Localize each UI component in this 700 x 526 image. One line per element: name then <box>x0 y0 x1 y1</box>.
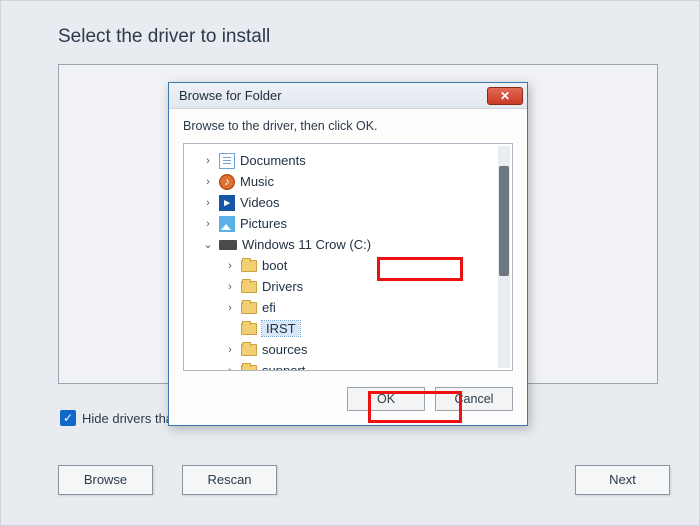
close-button[interactable]: ✕ <box>487 87 523 105</box>
dialog-instruction: Browse to the driver, then click OK. <box>183 119 513 133</box>
folder-icon <box>241 323 257 335</box>
scrollbar[interactable] <box>498 146 510 368</box>
chevron-right-icon[interactable]: › <box>202 155 214 167</box>
page-title: Select the driver to install <box>58 26 270 48</box>
tree-label: efi <box>262 300 276 315</box>
music-icon: ♪ <box>219 174 235 190</box>
dialog-titlebar: Browse for Folder ✕ <box>169 83 527 109</box>
videos-icon: ▸ <box>219 195 235 211</box>
tree-label: Videos <box>240 195 280 210</box>
dialog-footer: OK Cancel <box>169 377 527 425</box>
browse-button[interactable]: Browse <box>58 465 153 495</box>
chevron-right-icon[interactable]: › <box>224 365 236 372</box>
tree-label: support <box>262 363 305 371</box>
folder-icon <box>241 260 257 272</box>
tree-label: Documents <box>240 153 306 168</box>
chevron-right-icon[interactable]: › <box>202 176 214 188</box>
tree-label: Drivers <box>262 279 303 294</box>
dialog-title-text: Browse for Folder <box>179 88 282 103</box>
chevron-right-icon[interactable]: › <box>224 302 236 314</box>
folder-icon <box>241 365 257 372</box>
tree-item-videos[interactable]: › ▸ Videos <box>192 192 508 213</box>
tree-item-support[interactable]: › support <box>192 360 508 371</box>
tree-label: Music <box>240 174 274 189</box>
checkbox-checked-icon[interactable]: ✓ <box>60 410 76 426</box>
close-icon: ✕ <box>500 89 510 103</box>
tree-item-music[interactable]: › ♪ Music <box>192 171 508 192</box>
cancel-button[interactable]: Cancel <box>435 387 513 411</box>
tree-item-boot[interactable]: › boot <box>192 255 508 276</box>
tree-item-sources[interactable]: › sources <box>192 339 508 360</box>
chevron-down-icon[interactable]: ⌄ <box>202 238 214 251</box>
tree-label: Pictures <box>240 216 287 231</box>
scrollbar-thumb[interactable] <box>499 166 509 276</box>
folder-icon <box>241 281 257 293</box>
folder-icon <box>241 302 257 314</box>
tree-label: boot <box>262 258 287 273</box>
next-button[interactable]: Next <box>575 465 670 495</box>
tree-item-drive-c[interactable]: ⌄ Windows 11 Crow (C:) <box>192 234 508 255</box>
ok-button[interactable]: OK <box>347 387 425 411</box>
chevron-right-icon[interactable]: › <box>224 344 236 356</box>
chevron-right-icon[interactable]: › <box>202 218 214 230</box>
tree-label: Windows 11 Crow (C:) <box>242 237 371 252</box>
tree-item-drivers[interactable]: › Drivers <box>192 276 508 297</box>
tree-label: sources <box>262 342 308 357</box>
tree-label-selected: IRST <box>262 321 300 336</box>
browse-folder-dialog: Browse for Folder ✕ Browse to the driver… <box>168 82 528 426</box>
rescan-button[interactable]: Rescan <box>182 465 277 495</box>
folder-tree[interactable]: › Documents › ♪ Music › ▸ Videos › <box>183 143 513 371</box>
documents-icon <box>219 153 235 169</box>
chevron-right-icon[interactable]: › <box>224 281 236 293</box>
drive-icon <box>219 240 237 250</box>
pictures-icon <box>219 216 235 232</box>
folder-icon <box>241 344 257 356</box>
tree-item-efi[interactable]: › efi <box>192 297 508 318</box>
tree-item-documents[interactable]: › Documents <box>192 150 508 171</box>
chevron-right-icon[interactable]: › <box>224 260 236 272</box>
tree-item-irst[interactable]: IRST <box>192 318 508 339</box>
tree-item-pictures[interactable]: › Pictures <box>192 213 508 234</box>
chevron-right-icon[interactable]: › <box>202 197 214 209</box>
